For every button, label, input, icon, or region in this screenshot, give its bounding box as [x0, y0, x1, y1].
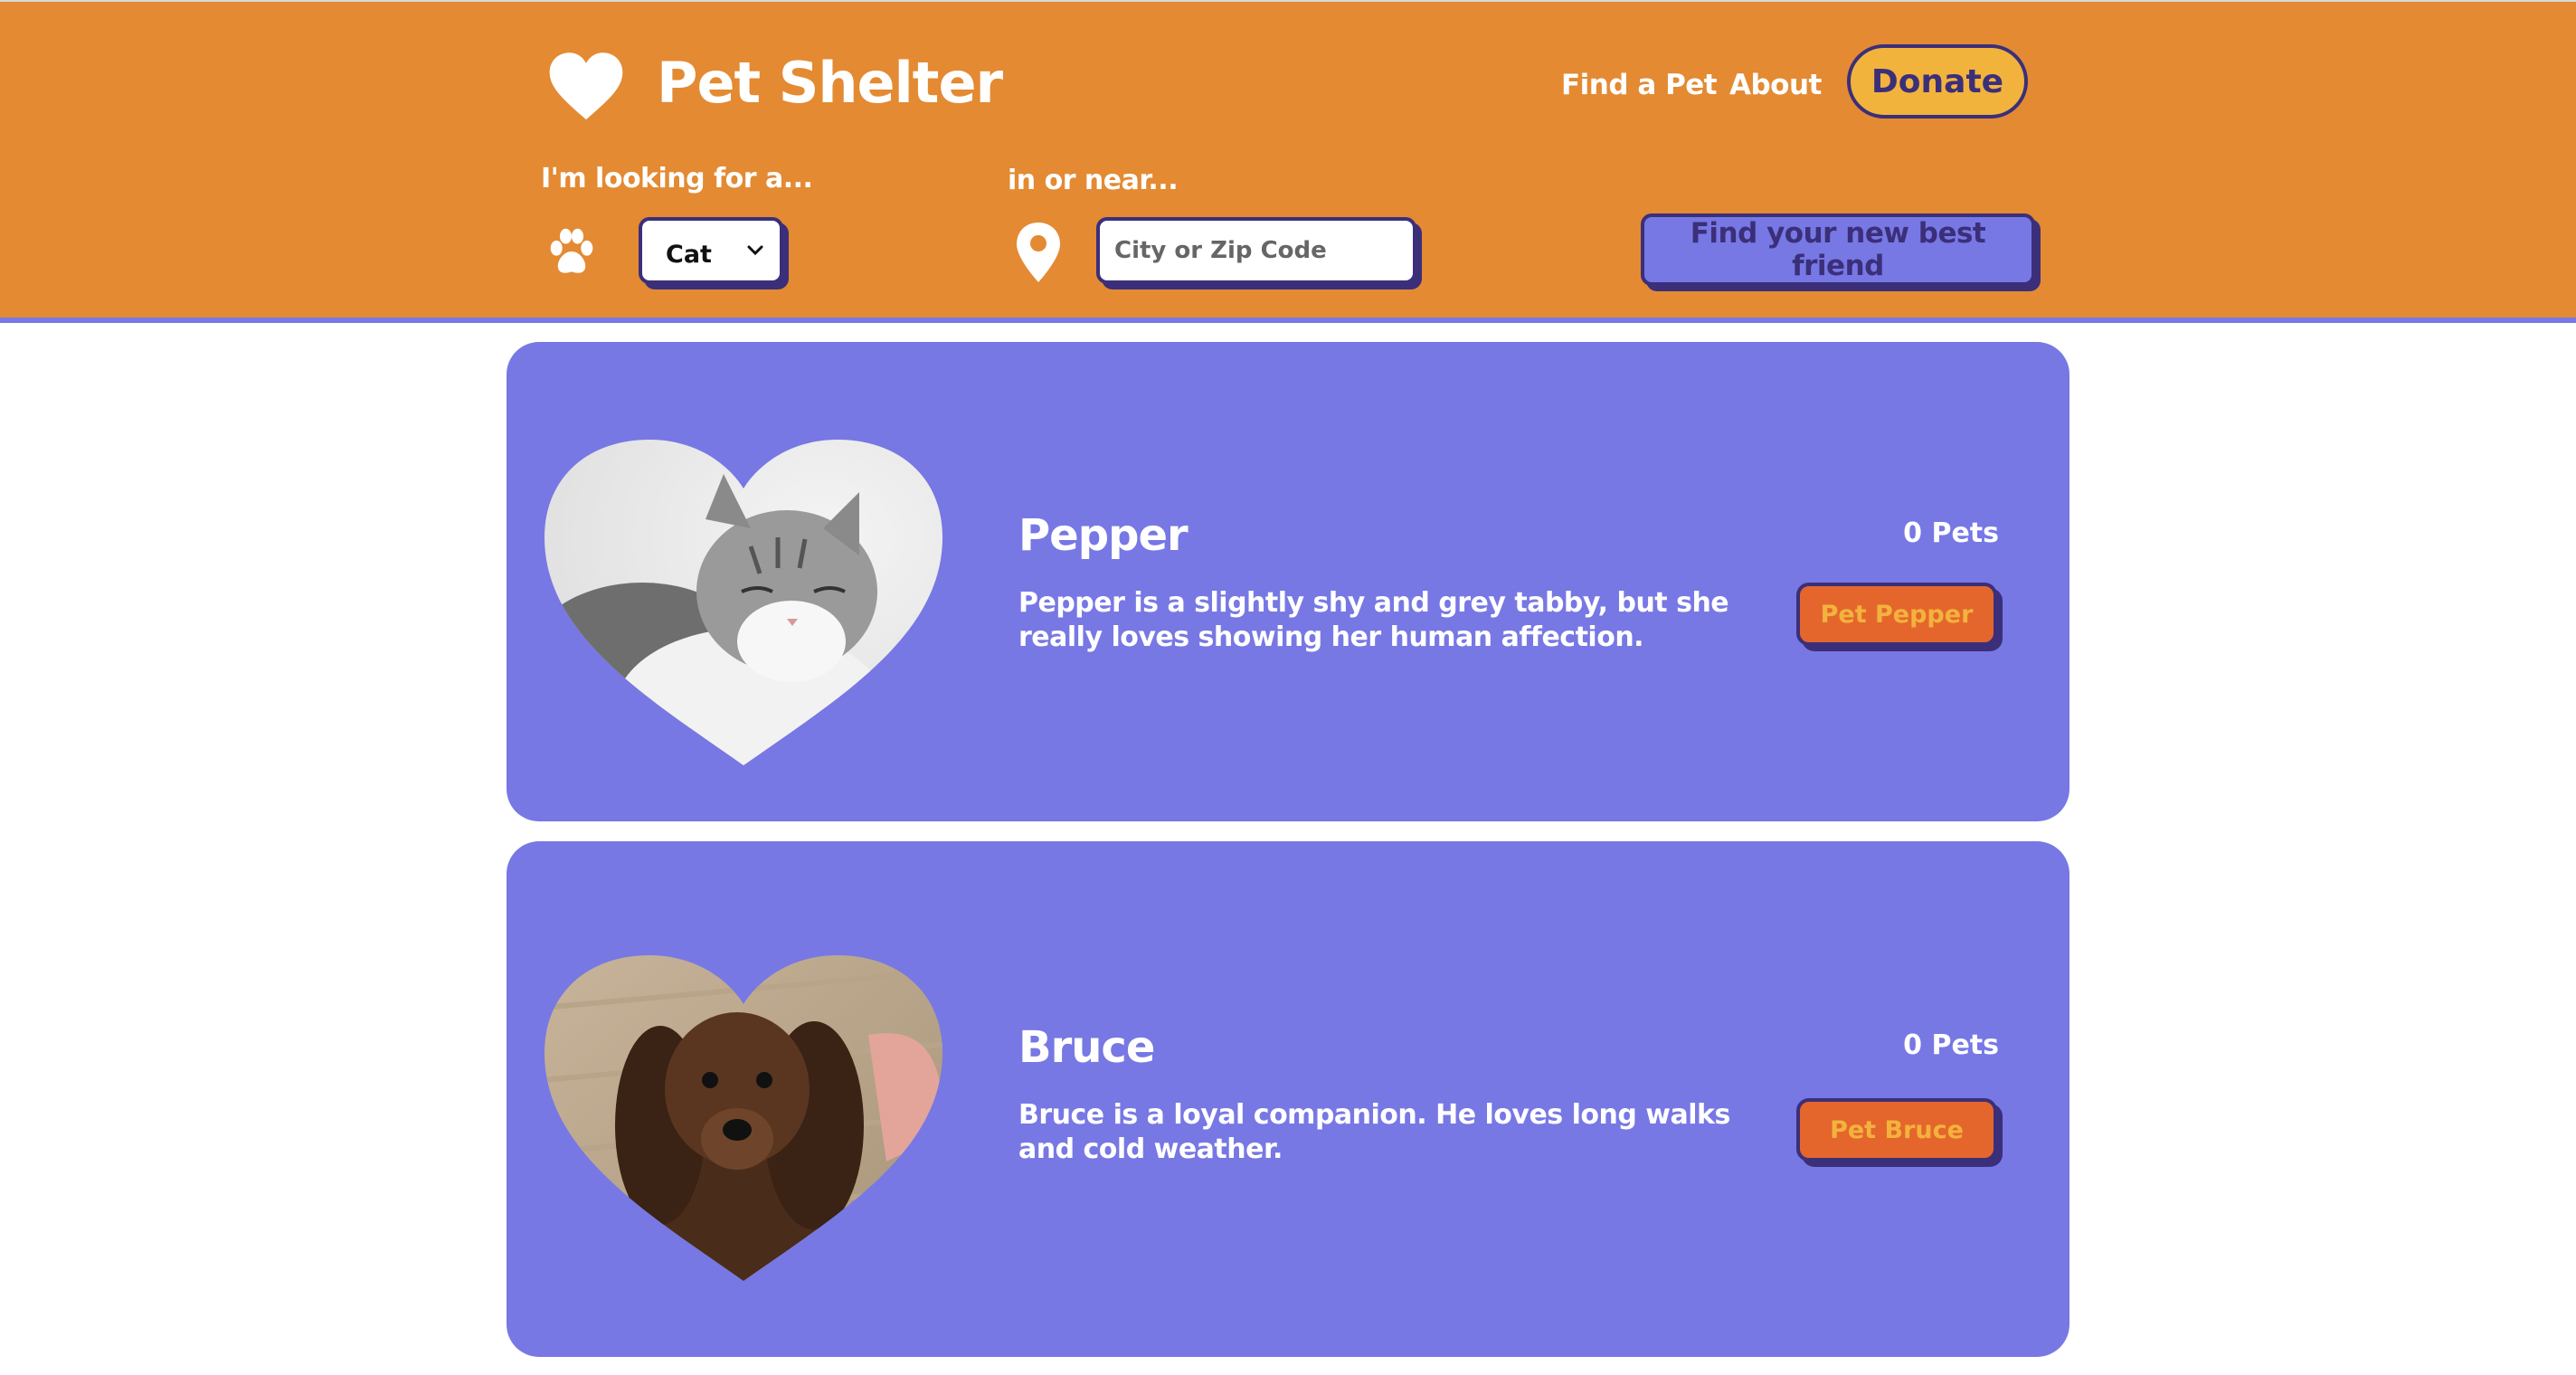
- find-best-friend-button[interactable]: Find your new best friend: [1641, 213, 2035, 286]
- pet-bruce-button[interactable]: Pet Bruce: [1796, 1098, 1997, 1162]
- site-header: Pet Shelter Find a Pet About Donate I'm …: [0, 2, 2576, 323]
- looking-for-label: I'm looking for a...: [541, 163, 813, 194]
- heart-logo-icon: [549, 52, 623, 120]
- nav-about[interactable]: About: [1729, 67, 1822, 103]
- pet-name: Pepper: [1018, 510, 1189, 561]
- pet-card-pepper: Pepper 0 Pets Pepper is a slightly shy a…: [507, 342, 2069, 821]
- pet-description: Pepper is a slightly shy and grey tabby,…: [1018, 587, 1729, 653]
- location-input[interactable]: [1096, 217, 1416, 284]
- near-label: in or near...: [1008, 165, 1179, 196]
- pet-photo-dog: [545, 955, 942, 1281]
- species-select[interactable]: Cat: [639, 217, 783, 284]
- chevron-down-icon: [747, 245, 763, 256]
- pet-count: 0 Pets: [1903, 1029, 1999, 1061]
- species-select-value: Cat: [666, 241, 712, 269]
- nav-find-a-pet[interactable]: Find a Pet: [1561, 67, 1718, 103]
- pet-description: Bruce is a loyal companion. He loves lon…: [1018, 1099, 1730, 1165]
- pet-name: Bruce: [1018, 1022, 1155, 1073]
- brand-title[interactable]: Pet Shelter: [657, 47, 1003, 119]
- paw-icon: [550, 228, 593, 273]
- pet-card-bruce: Bruce 0 Pets Bruce is a loyal companion.…: [507, 841, 2069, 1357]
- donate-button[interactable]: Donate: [1847, 44, 2028, 119]
- pet-photo-cat: [545, 440, 942, 765]
- location-pin-icon: [1017, 223, 1060, 282]
- pet-count: 0 Pets: [1903, 517, 1999, 549]
- pet-pepper-button[interactable]: Pet Pepper: [1796, 583, 1997, 646]
